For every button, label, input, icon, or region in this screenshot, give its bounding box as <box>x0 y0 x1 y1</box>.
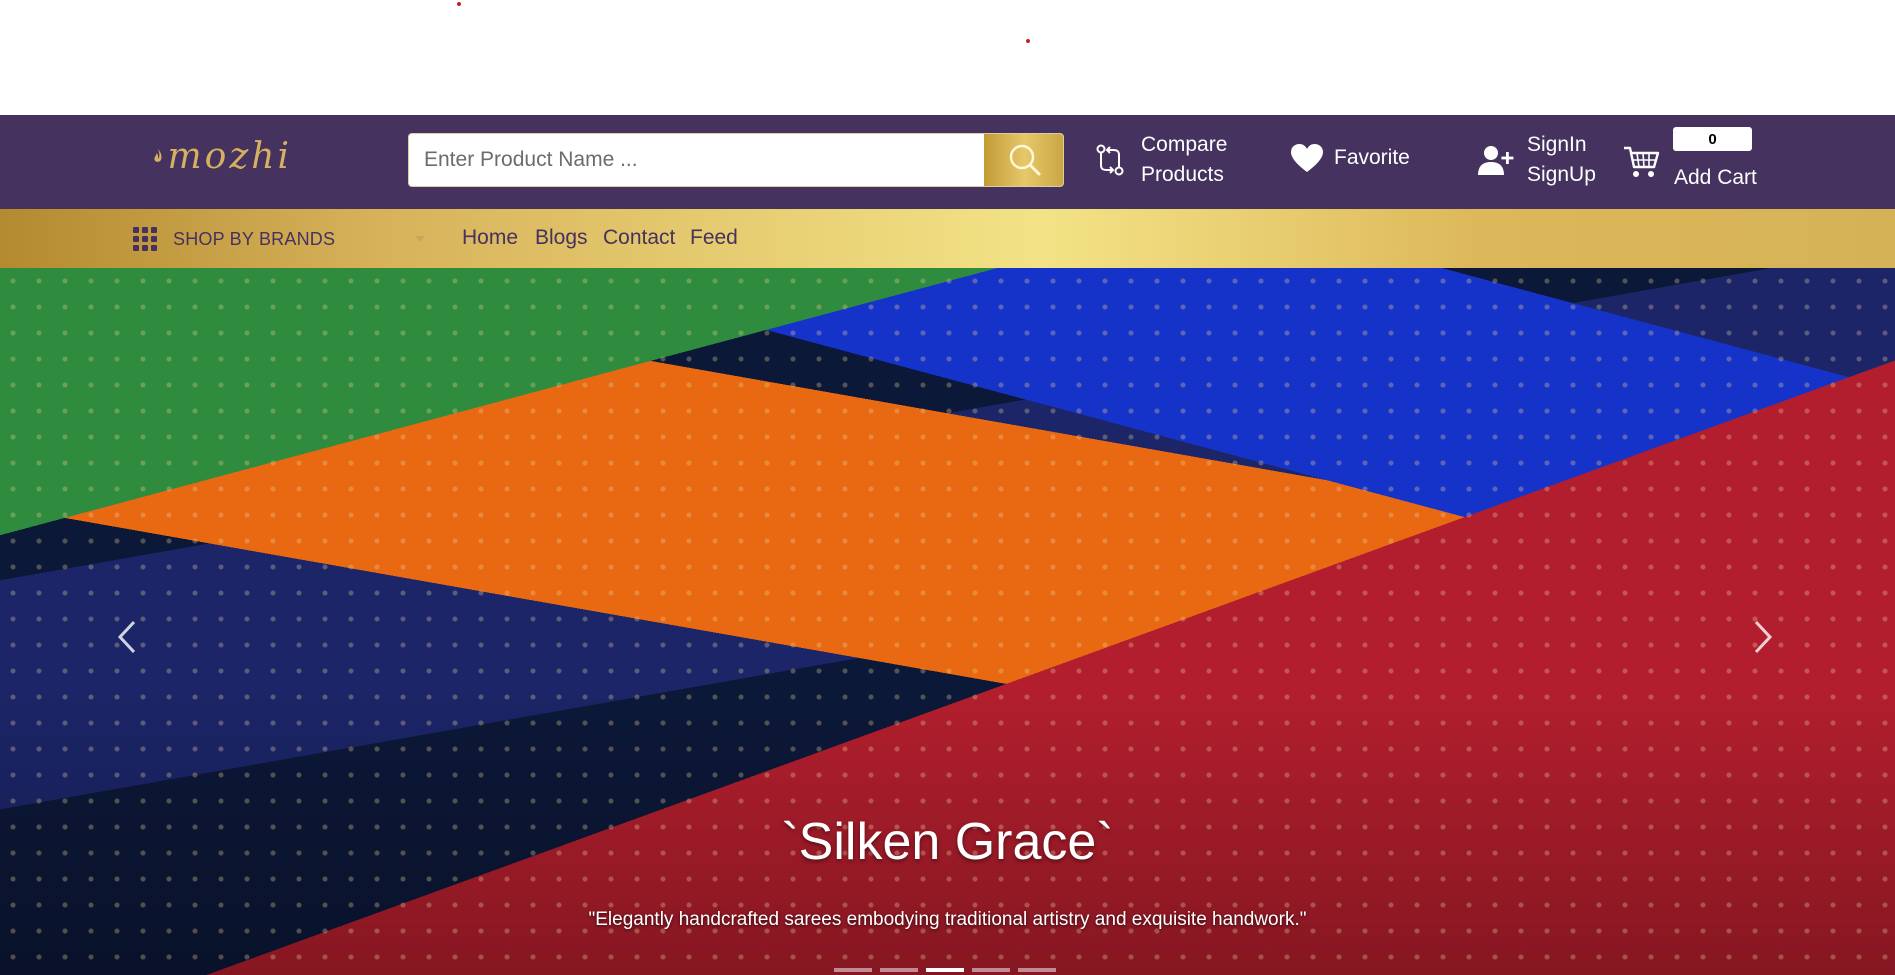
compare-icon <box>1096 144 1124 176</box>
shop-by-brands-dropdown[interactable]: SHOP BY BRANDS <box>133 225 433 253</box>
carousel-indicators <box>834 968 1056 972</box>
search-icon <box>1009 144 1040 176</box>
signup-link[interactable]: SignUp <box>1527 160 1596 190</box>
add-cart-label: Add Cart <box>1674 166 1757 189</box>
hero-title: `Silken Grace` <box>781 813 1114 871</box>
carousel-indicator-active[interactable] <box>926 968 964 972</box>
nav-link-home[interactable]: Home <box>462 226 518 250</box>
search-input[interactable] <box>409 134 984 186</box>
cart-icon-button[interactable] <box>1623 145 1661 179</box>
top-blank-area <box>0 0 1895 115</box>
carousel-prev-button[interactable] <box>108 612 148 662</box>
search-bar <box>408 133 1064 187</box>
shopping-cart-icon <box>1624 146 1660 177</box>
shop-by-brands-label: SHOP BY BRANDS <box>173 228 336 249</box>
carousel-next-button[interactable] <box>1742 612 1782 662</box>
add-user-icon <box>1478 146 1514 175</box>
logo-wordmark: mozhi <box>167 135 292 177</box>
compare-label-line2: Products <box>1141 163 1224 186</box>
heart-icon <box>1291 144 1323 172</box>
cart-count-badge: 0 <box>1673 127 1752 151</box>
carousel-indicator[interactable] <box>834 968 872 972</box>
flame-icon <box>154 148 162 162</box>
add-cart-button[interactable]: Add Cart <box>1674 163 1757 193</box>
carousel-indicator[interactable] <box>880 968 918 972</box>
account-button[interactable]: SignIn SignUp <box>1477 130 1596 190</box>
carousel-indicator[interactable] <box>1018 968 1056 972</box>
favorite-label: Favorite <box>1334 146 1410 169</box>
grid-icon <box>133 227 157 251</box>
search-button[interactable] <box>984 134 1063 186</box>
decorative-dot <box>1026 39 1030 43</box>
compare-label-line1: Compare <box>1141 133 1228 156</box>
site-logo[interactable]: mozhi <box>152 122 292 190</box>
hero-subtitle: "Elegantly handcrafted sarees embodying … <box>588 909 1307 930</box>
nav-link-contact[interactable]: Contact <box>603 226 675 250</box>
chevron-down-icon <box>415 236 425 242</box>
compare-products-button[interactable]: Compare Products <box>1095 130 1227 190</box>
chevron-left-icon <box>117 620 136 654</box>
nav-link-blogs[interactable]: Blogs <box>535 226 588 250</box>
decorative-dot <box>457 2 461 6</box>
favorite-button[interactable]: Favorite <box>1290 143 1410 173</box>
nav-link-feed[interactable]: Feed <box>690 226 738 250</box>
carousel-indicator[interactable] <box>972 968 1010 972</box>
chevron-right-icon <box>1754 620 1773 654</box>
signin-link[interactable]: SignIn <box>1527 130 1596 160</box>
